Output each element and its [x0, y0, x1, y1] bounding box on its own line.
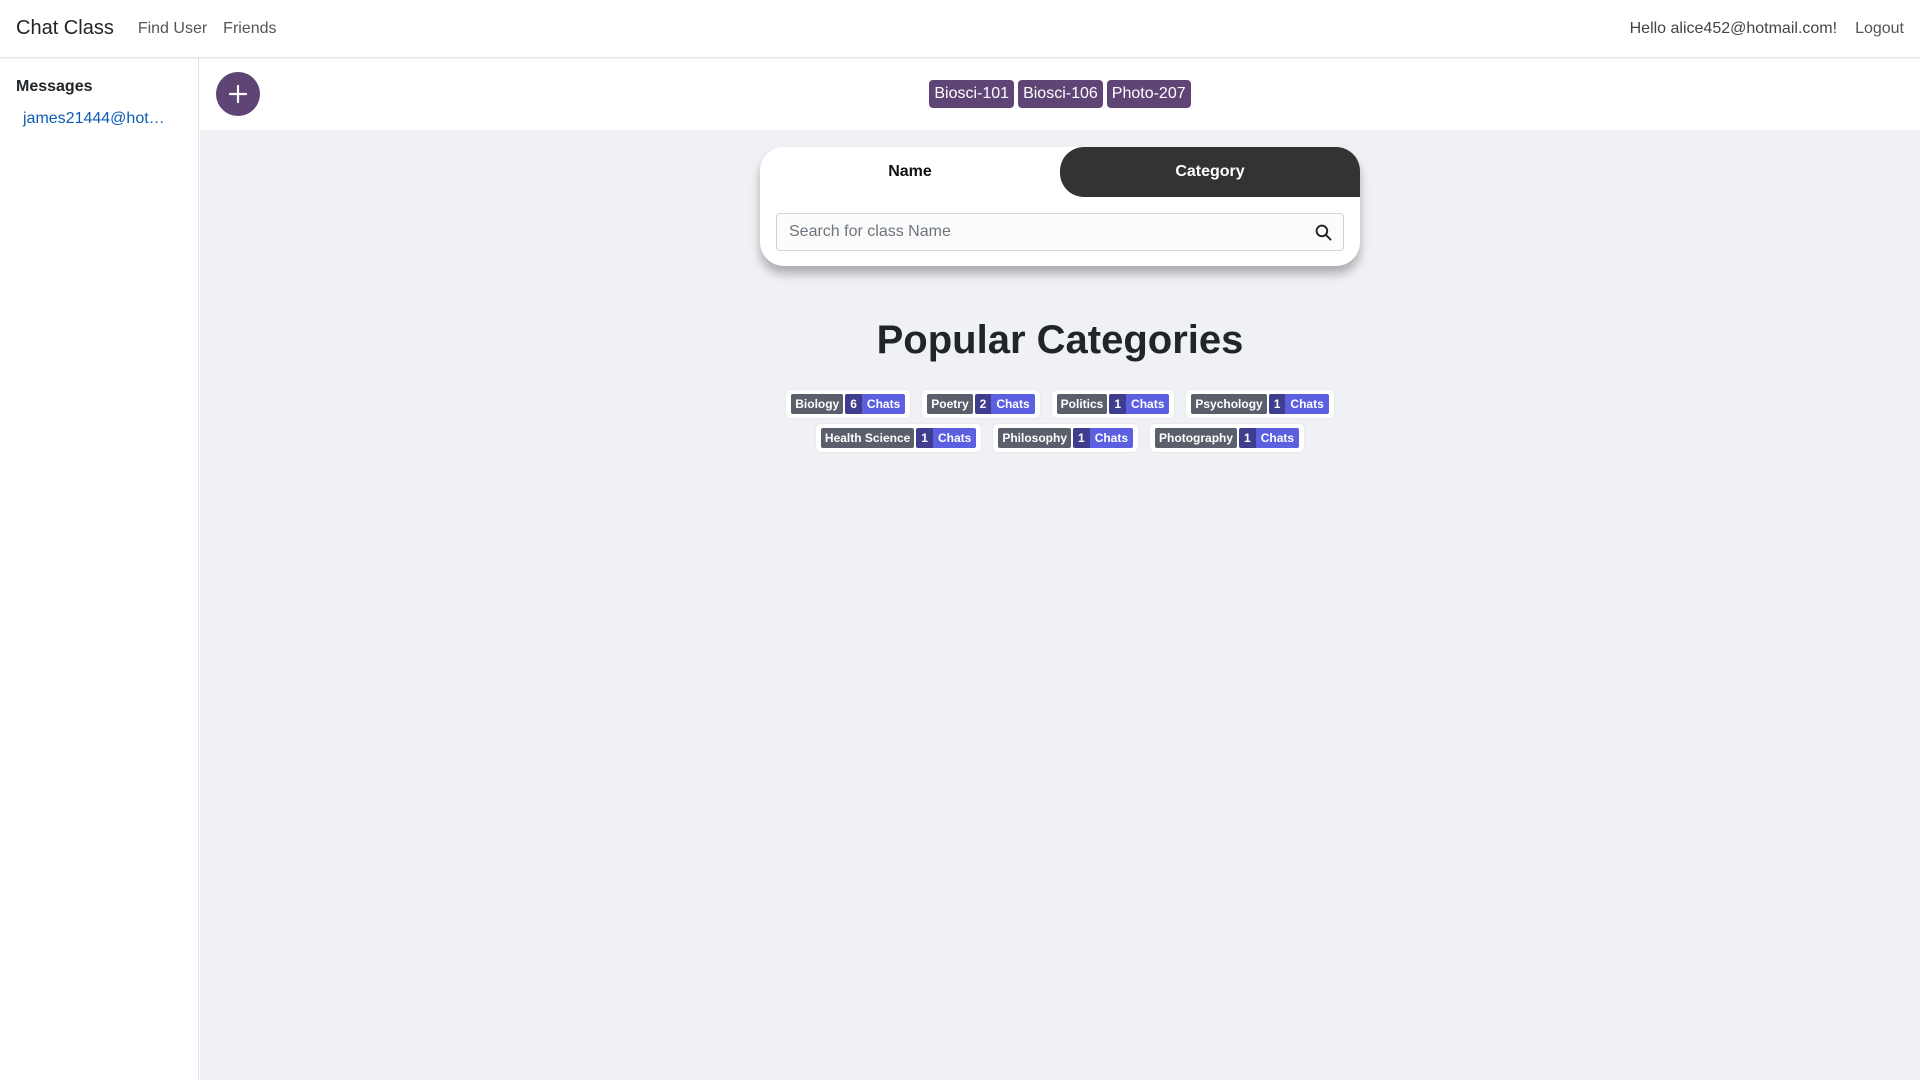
- category-item[interactable]: Photography 1 Chats: [1150, 424, 1305, 452]
- class-pill[interactable]: Photo-207: [1106, 80, 1191, 108]
- category-name: Philosophy: [998, 428, 1071, 448]
- category-item[interactable]: Politics 1 Chats: [1051, 390, 1175, 418]
- search-card: Name Category: [760, 147, 1360, 266]
- search-input[interactable]: [777, 214, 1303, 250]
- chats-label: Chats: [861, 394, 906, 414]
- category-name: Biology: [791, 394, 844, 414]
- category-list: Biology 6 Chats Poetry 2 Chats Politics …: [700, 390, 1420, 452]
- category-item[interactable]: Philosophy 1 Chats: [993, 424, 1139, 452]
- category-name: Politics: [1056, 394, 1108, 414]
- user-greeting: Hello alice452@hotmail.com!: [1629, 19, 1838, 37]
- class-pill[interactable]: Biosci-101: [929, 80, 1015, 108]
- chats-label: Chats: [932, 428, 977, 448]
- nav-find-user-link[interactable]: Find User: [138, 20, 207, 38]
- category-item[interactable]: Psychology 1 Chats: [1186, 390, 1334, 418]
- category-name: Psychology: [1191, 394, 1267, 414]
- category-count: 1: [1073, 428, 1090, 448]
- class-pill-list: Biosci-101 Biosci-106 Photo-207: [200, 80, 1920, 108]
- category-count: 2: [974, 394, 992, 414]
- brand-logo[interactable]: Chat Class: [16, 17, 114, 40]
- category-count: 1: [916, 428, 933, 448]
- messages-heading: Messages: [16, 78, 93, 95]
- top-navbar: Chat Class Find User Friends Hello alice…: [0, 0, 1920, 58]
- class-pill[interactable]: Biosci-106: [1018, 80, 1103, 108]
- chats-label: Chats: [1255, 428, 1300, 448]
- search-icon: [1315, 224, 1331, 240]
- class-bar: Biosci-101 Biosci-106 Photo-207: [200, 58, 1920, 130]
- chats-label: Chats: [1089, 428, 1134, 448]
- nav-right-group: Hello alice452@hotmail.com! Logout: [1630, 20, 1904, 38]
- category-count: 1: [1268, 394, 1286, 414]
- message-link[interactable]: james21444@hotmail.com: [16, 110, 171, 128]
- chats-label: Chats: [991, 394, 1035, 414]
- search-box: [776, 213, 1344, 251]
- category-item[interactable]: Health Science 1 Chats: [815, 424, 982, 452]
- category-name: Photography: [1155, 428, 1238, 448]
- chats-label: Chats: [1285, 394, 1329, 414]
- chats-label: Chats: [1126, 394, 1170, 414]
- tab-name[interactable]: Name: [760, 147, 1060, 197]
- category-count: 1: [1109, 394, 1127, 414]
- tab-category[interactable]: Category: [1060, 147, 1360, 197]
- category-name: Health Science: [820, 428, 915, 448]
- logout-link[interactable]: Logout: [1855, 20, 1904, 38]
- category-item[interactable]: Biology 6 Chats: [786, 390, 911, 418]
- category-item[interactable]: Poetry 2 Chats: [922, 390, 1040, 418]
- category-count: 1: [1239, 428, 1256, 448]
- category-name: Poetry: [927, 394, 973, 414]
- category-count: 6: [845, 394, 862, 414]
- nav-friends-link[interactable]: Friends: [223, 20, 276, 38]
- main-content: Biosci-101 Biosci-106 Photo-207 Name Cat…: [200, 58, 1920, 1080]
- popular-categories-heading: Popular Categories: [876, 318, 1244, 362]
- messages-sidebar: Messages james21444@hotmail.com: [0, 58, 199, 1080]
- search-button[interactable]: [1303, 214, 1343, 250]
